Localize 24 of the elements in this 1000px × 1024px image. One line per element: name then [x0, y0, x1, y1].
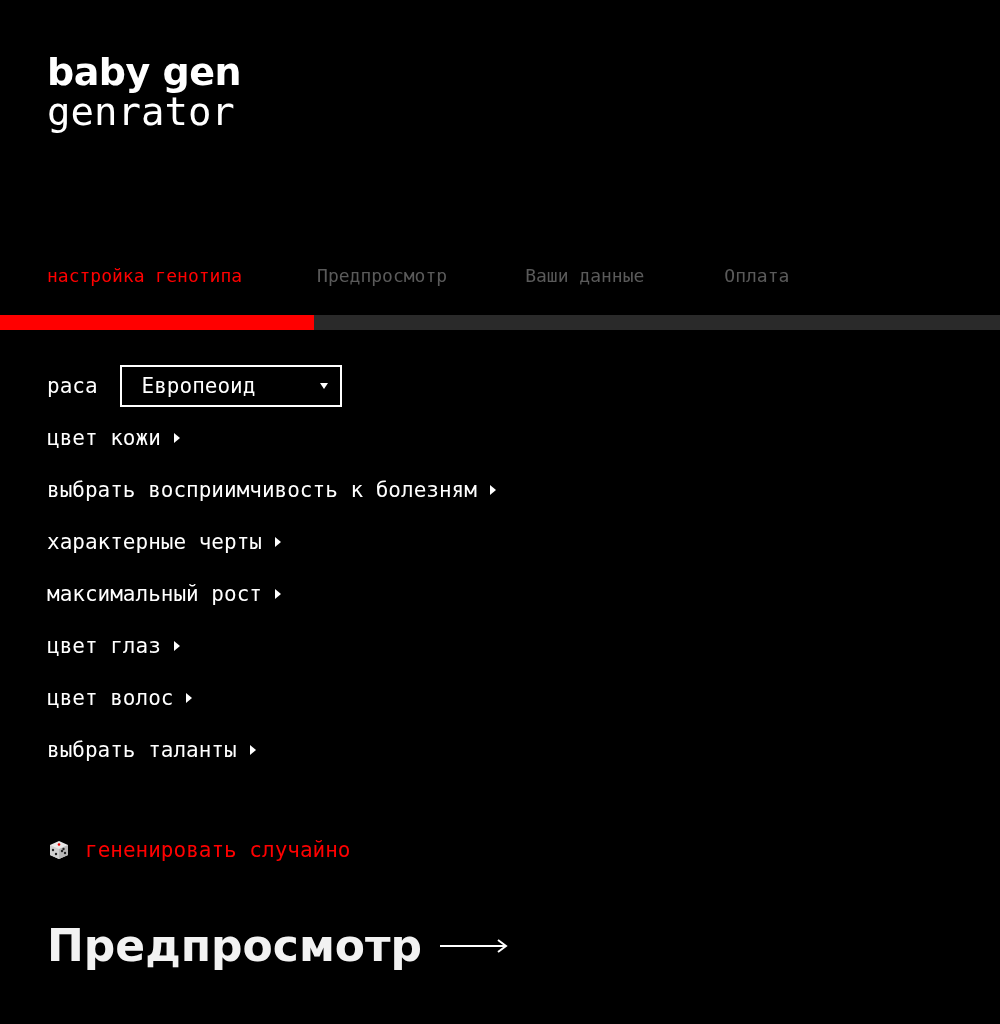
dice-icon	[47, 838, 71, 862]
option-toggle[interactable]: выбрать восприимчивость к болезням	[47, 478, 497, 502]
caret-icon	[172, 433, 181, 443]
option-toggle[interactable]: цвет кожи	[47, 426, 181, 450]
caret-icon	[488, 485, 497, 495]
arrow-icon	[440, 937, 509, 954]
logo-subtitle: genrator	[47, 92, 235, 132]
caret-icon	[319, 381, 328, 391]
option-toggle[interactable]: цвет волос	[47, 686, 194, 710]
option-toggle[interactable]: максимальный рост	[47, 582, 282, 606]
logo-title: baby gen	[47, 52, 242, 92]
option-toggle[interactable]: характерные черты	[47, 530, 282, 554]
caret-icon	[273, 589, 282, 599]
random-link[interactable]: гененировать случайно	[85, 838, 351, 862]
race-dropdown[interactable]: Европеоид	[119, 365, 342, 407]
option-toggle[interactable]: выбрать таланты	[47, 738, 257, 762]
caret-icon	[172, 641, 181, 651]
step-tab[interactable]: настройка генотипа	[47, 265, 243, 286]
caret-icon	[248, 745, 257, 755]
option-toggle[interactable]: цвет глаз	[47, 634, 181, 658]
field-label: раса	[47, 374, 98, 398]
caret-icon	[185, 693, 194, 703]
preview-button[interactable]: Предпросмотр	[47, 920, 509, 971]
caret-icon	[273, 537, 282, 547]
